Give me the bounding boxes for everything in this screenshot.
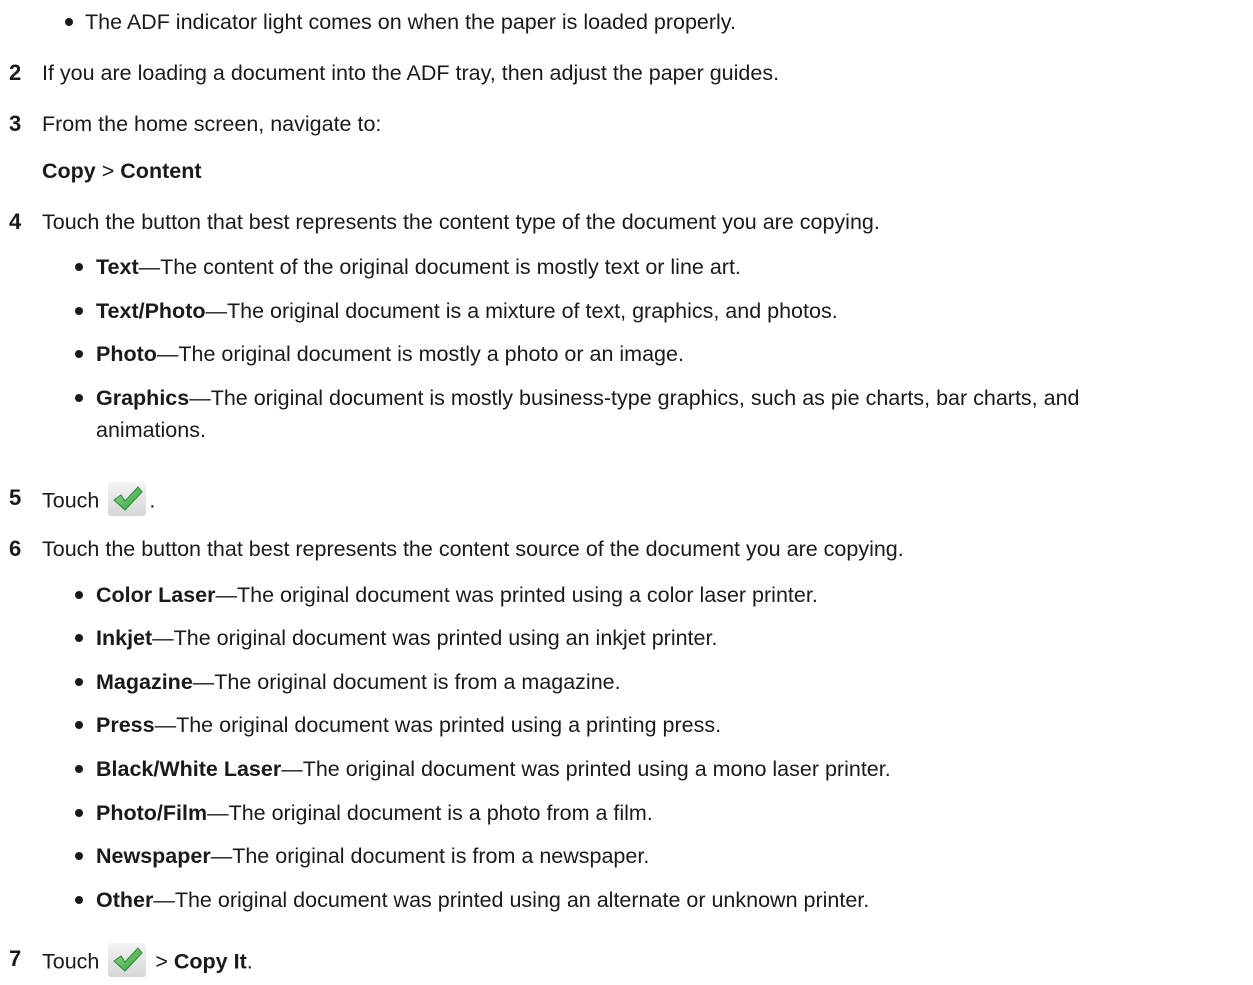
step-text: Touch the button that best represents th… [42, 210, 880, 234]
bullet-dot [75, 809, 83, 817]
step-text: If you are loading a document into the A… [42, 61, 780, 85]
menu-path-copy: Copy [42, 159, 96, 183]
content-type-term: Text/Photo [96, 299, 206, 323]
content-source-term: Other [96, 888, 154, 912]
content-source-desc: —The original document was printed using… [215, 583, 818, 607]
menu-path-separator: > [101, 159, 115, 183]
checkmark-icon [107, 942, 147, 978]
content-source-term: Magazine [96, 670, 193, 694]
step-number: 3 [9, 111, 22, 136]
content-type-desc: —The original document is mostly busines… [189, 386, 1080, 410]
content-source-desc: —The original document is from a newspap… [210, 844, 650, 868]
bullet-dot [75, 852, 83, 860]
content-source-term: Newspaper [96, 844, 211, 868]
content-source-desc: —The original document was printed using… [154, 713, 722, 737]
step-text: Touch [42, 488, 100, 513]
content-source-term: Press [96, 713, 155, 737]
menu-path-content: Content [120, 159, 202, 183]
content-source-term: Photo/Film [96, 801, 208, 825]
bullet-dot [65, 18, 73, 26]
step-text: From the home screen, navigate to: [42, 112, 382, 136]
step-separator: > [155, 949, 168, 974]
content-type-desc: —The content of the original document is… [138, 255, 741, 279]
menu-path-text: Copy > Content [42, 157, 201, 185]
content-source-desc: —The original document was printed using… [152, 626, 718, 650]
checkmark-icon [107, 481, 147, 517]
step-text-end: . [246, 949, 253, 974]
step-number: 4 [9, 209, 22, 234]
bullet-dot [75, 394, 83, 402]
bullet-dot [75, 765, 83, 773]
content-type-term: Photo [96, 342, 157, 366]
intro-bullet-text: The ADF indicator light comes on when th… [85, 10, 736, 34]
content-type-term: Text [96, 255, 139, 279]
content-type-term: Graphics [96, 386, 190, 410]
bullet-dot [75, 591, 83, 599]
content-type-desc: —The original document is mostly a photo… [156, 342, 684, 366]
step-number: 6 [9, 536, 22, 561]
bullet-dot [75, 896, 83, 904]
content-type-desc: —The original document is a mixture of t… [205, 299, 838, 323]
content-source-desc: —The original document was printed using… [281, 757, 891, 781]
step-number: 7 [9, 946, 22, 971]
bullet-dot [75, 263, 83, 271]
step-text: Touch [42, 949, 100, 974]
step-text: Touch the button that best represents th… [42, 537, 904, 561]
step-text-end: . [149, 488, 156, 513]
bullet-dot [75, 307, 83, 315]
content-source-desc: —The original document was printed using… [153, 888, 870, 912]
content-source-desc: —The original document is from a magazin… [192, 670, 621, 694]
bullet-dot [75, 678, 83, 686]
content-type-desc-cont: animations. [96, 418, 206, 442]
bullet-dot [75, 634, 83, 642]
bullet-dot [75, 721, 83, 729]
copy-it-action: Copy It [173, 949, 247, 974]
bullet-dot [75, 350, 83, 358]
content-source-desc: —The original document is a photo from a… [207, 801, 653, 825]
step-number: 5 [9, 485, 22, 510]
content-source-term: Color Laser [96, 583, 216, 607]
step-number: 2 [9, 60, 22, 85]
content-source-term: Inkjet [96, 626, 153, 650]
content-source-term: Black/White Laser [96, 757, 282, 781]
document-page: The ADF indicator light comes on when th… [0, 0, 1253, 982]
